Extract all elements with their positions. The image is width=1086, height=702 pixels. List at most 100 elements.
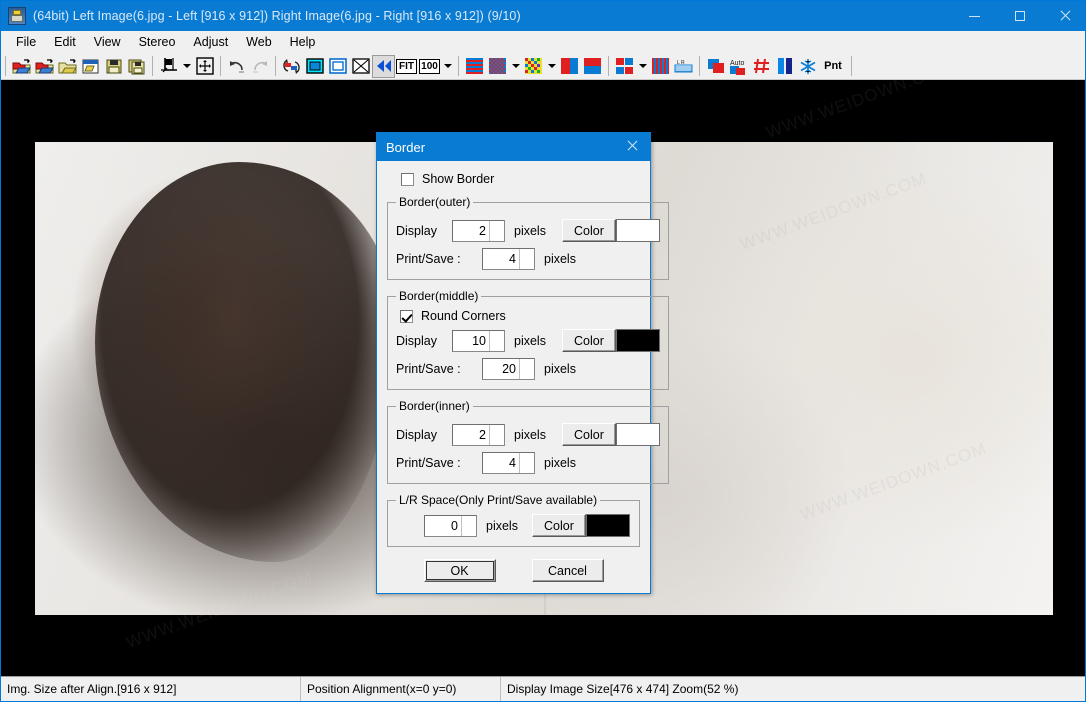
show-border-label: Show Border <box>422 172 495 186</box>
anaglyph-glasses-icon[interactable]: L R <box>672 55 695 78</box>
save-icon[interactable] <box>102 55 125 78</box>
lr-space-stepper[interactable]: 0 <box>424 514 477 537</box>
quad-view-dropdown-arrow-icon[interactable] <box>636 55 649 78</box>
border-outer-printsave-stepper[interactable]: 4 <box>482 248 535 270</box>
dialog-close-button[interactable] <box>616 133 650 161</box>
border-inner-printsave-value[interactable]: 4 <box>483 453 519 473</box>
open-left-image-icon[interactable] <box>10 55 33 78</box>
zoom-dropdown-arrow-icon[interactable] <box>441 55 454 78</box>
view-window-icon[interactable] <box>326 55 349 78</box>
border-inner-color-button[interactable]: Color <box>561 423 616 446</box>
border-middle-color-swatch[interactable] <box>615 329 660 352</box>
border-middle-printsave-value[interactable]: 20 <box>483 359 519 379</box>
stepper-buttons[interactable] <box>489 220 504 241</box>
menu-item-help[interactable]: Help <box>281 33 325 51</box>
border-outer-display-value[interactable]: 2 <box>453 220 489 241</box>
lr-space-legend: L/R Space(Only Print/Save available) <box>399 493 598 507</box>
menu-item-web[interactable]: Web <box>237 33 280 51</box>
round-corners-checkbox-row[interactable]: Round Corners <box>400 309 660 323</box>
swap-left-right-icon[interactable] <box>280 55 303 78</box>
color-anaglyph-icon[interactable] <box>704 55 727 78</box>
zoom-100-text: 100 <box>421 60 438 72</box>
border-inner-group: Border(inner) Display 2 pixels Color Pri… <box>387 399 669 484</box>
crop-dropdown-arrow-icon[interactable] <box>180 55 193 78</box>
border-outer-printsave-row: Print/Save : 4 pixels <box>396 248 660 270</box>
lr-space-row: 0 pixels Color <box>396 514 631 537</box>
undo-icon[interactable] <box>225 55 248 78</box>
application-window: (64bit) Left Image(6.jpg - Left [916 x 9… <box>0 0 1086 702</box>
vertical-stripes-icon[interactable] <box>649 55 672 78</box>
round-corners-checkbox[interactable] <box>400 309 413 323</box>
border-outer-printsave-value[interactable]: 4 <box>483 249 519 269</box>
watermark: WWW.WEIDOWN.COM <box>98 259 290 345</box>
border-outer-color-swatch[interactable] <box>615 219 660 242</box>
grid-overlay-icon[interactable] <box>750 55 773 78</box>
stepper-buttons[interactable] <box>489 330 504 351</box>
snowflake-icon[interactable] <box>796 55 819 78</box>
show-border-checkbox[interactable] <box>401 172 414 186</box>
stepper-buttons[interactable] <box>489 424 504 445</box>
parallel-view-icon[interactable] <box>372 54 395 78</box>
zoom-fit-label[interactable]: FIT <box>395 55 418 78</box>
lr-space-color-button[interactable]: Color <box>531 514 586 537</box>
menu-item-adjust[interactable]: Adjust <box>184 33 237 51</box>
dialog-body: Show Border Border(outer) Display 2 pixe… <box>377 172 669 582</box>
status-display-size-zoom: Display Image Size[476 x 474] Zoom(52 %) <box>507 682 739 696</box>
menu-item-view[interactable]: View <box>85 33 130 51</box>
interlaced-icon[interactable] <box>463 55 486 78</box>
blue-bars-icon[interactable] <box>773 55 796 78</box>
color-mosaic-dropdown-arrow-icon[interactable] <box>545 55 558 78</box>
border-inner-display-stepper[interactable]: 2 <box>452 423 505 446</box>
fit-diagonal-icon[interactable] <box>349 55 372 78</box>
open-stereo-image-icon[interactable] <box>56 55 79 78</box>
border-middle-printsave-stepper[interactable]: 20 <box>482 358 535 380</box>
stepper-buttons[interactable] <box>519 453 534 473</box>
checkerboard-dropdown-arrow-icon[interactable] <box>509 55 522 78</box>
zoom-100-label[interactable]: 100 <box>418 55 441 78</box>
over-under-icon[interactable] <box>581 55 604 78</box>
menu-item-stereo[interactable]: Stereo <box>130 33 185 51</box>
maximize-button[interactable] <box>997 1 1042 31</box>
border-middle-legend: Border(middle) <box>399 289 479 303</box>
border-dialog[interactable]: Border Show Border Border(outer) Display… <box>376 132 669 594</box>
lr-space-value[interactable]: 0 <box>425 515 461 536</box>
print-label[interactable]: Pnt <box>819 55 847 78</box>
stepper-buttons[interactable] <box>461 515 476 536</box>
border-middle-display-value[interactable]: 10 <box>453 330 489 351</box>
view-stereo-card-icon[interactable] <box>303 55 326 78</box>
close-icon <box>626 140 640 154</box>
border-middle-color-button[interactable]: Color <box>561 329 616 352</box>
crop-icon[interactable] <box>157 55 180 78</box>
close-button[interactable] <box>1042 1 1085 31</box>
menu-item-file[interactable]: File <box>7 33 45 51</box>
side-by-side-icon[interactable] <box>558 55 581 78</box>
stepper-buttons[interactable] <box>519 249 534 269</box>
redo-icon[interactable] <box>248 55 271 78</box>
stepper-buttons[interactable] <box>519 359 534 379</box>
ok-button[interactable]: OK <box>423 559 496 582</box>
maximize-icon <box>1014 11 1025 21</box>
border-inner-color-swatch[interactable] <box>615 423 660 446</box>
menu-item-edit[interactable]: Edit <box>45 33 85 51</box>
minimize-button[interactable] <box>952 1 997 31</box>
lr-space-color-swatch[interactable] <box>585 514 630 537</box>
quad-view-icon[interactable] <box>613 55 636 78</box>
auto-alignment-icon[interactable]: Auto <box>727 55 750 78</box>
border-outer-display-stepper[interactable]: 2 <box>452 219 505 242</box>
border-outer-color-button[interactable]: Color <box>561 219 616 242</box>
border-middle-display-stepper[interactable]: 10 <box>452 329 505 352</box>
show-border-checkbox-row[interactable]: Show Border <box>401 172 640 186</box>
cancel-button[interactable]: Cancel <box>531 559 604 582</box>
border-outer-display-unit: pixels <box>514 223 546 238</box>
border-outer-printsave-label: Print/Save : <box>396 252 461 266</box>
easy-adjustment-icon[interactable] <box>193 55 216 78</box>
border-inner-display-value[interactable]: 2 <box>453 424 489 445</box>
checkerboard-icon[interactable] <box>486 55 509 78</box>
border-inner-printsave-stepper[interactable]: 4 <box>482 452 535 474</box>
open-multi-image-icon[interactable] <box>79 55 102 78</box>
open-right-image-icon[interactable] <box>33 55 56 78</box>
save-as-icon[interactable] <box>125 55 148 78</box>
toolbar-separator <box>5 56 6 76</box>
toolbar-separator <box>608 56 609 76</box>
color-mosaic-icon[interactable] <box>522 55 545 78</box>
